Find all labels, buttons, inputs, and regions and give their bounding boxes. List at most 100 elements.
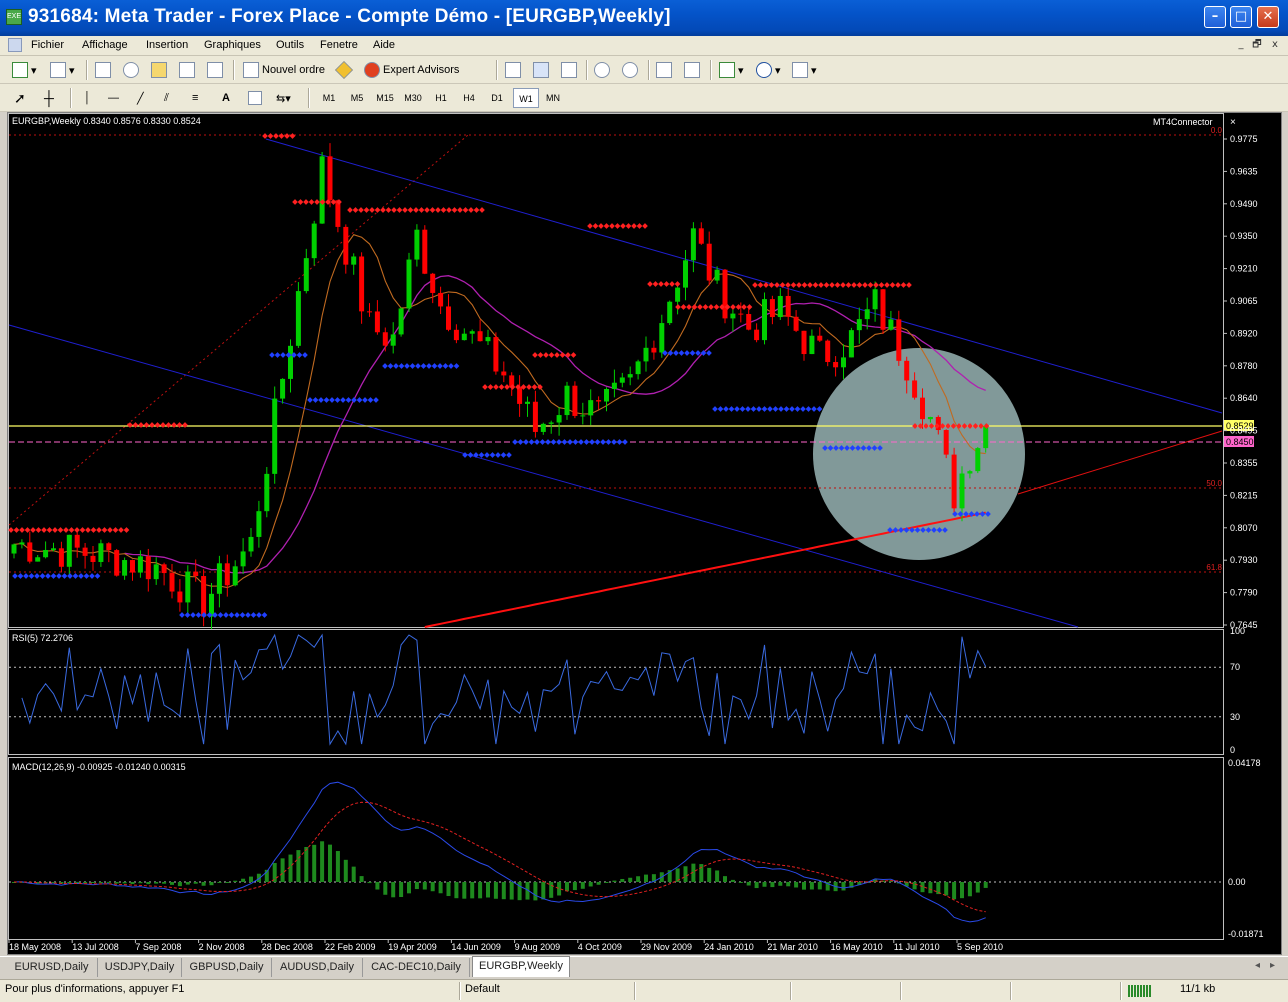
auto-scroll-button[interactable] [656, 60, 675, 80]
level-marker [878, 282, 885, 288]
level-marker [741, 304, 747, 310]
clock-icon [756, 62, 772, 78]
candle-body [438, 292, 444, 307]
candle-body [596, 400, 602, 402]
tf-mn[interactable]: MN [540, 88, 566, 108]
tab-scroll-left-icon[interactable]: ◂ [1255, 960, 1260, 971]
candlestick-button[interactable] [533, 60, 552, 80]
mdi-restore-button[interactable]: 🗗 [1250, 38, 1264, 52]
candle-body [675, 287, 681, 302]
zoom-in-button[interactable] [594, 60, 613, 80]
metaeditor-button[interactable] [334, 60, 355, 80]
text-button[interactable]: A [222, 88, 230, 108]
candle-body [90, 555, 96, 562]
tf-w1[interactable]: W1 [513, 88, 539, 108]
profiles-button[interactable]: ▾ [50, 60, 75, 80]
tf-m30[interactable]: M30 [400, 88, 426, 108]
navigator-button[interactable] [151, 60, 170, 80]
mdi-close-button[interactable]: x [1268, 38, 1282, 52]
candle-body [66, 534, 72, 567]
price-tick-label: 0.7930 [1230, 555, 1258, 565]
bar-chart-button[interactable] [505, 60, 524, 80]
templates-button[interactable]: ▾ [792, 60, 817, 80]
menu-graphiques[interactable]: Graphiques [204, 39, 261, 51]
channel-button[interactable]: ⫽ [164, 88, 169, 108]
candle-body [224, 563, 230, 586]
macd-histogram-bar [509, 882, 514, 900]
close-button[interactable]: ✕ [1257, 6, 1279, 28]
level-marker [356, 397, 363, 403]
tab-scroll-right-icon[interactable]: ▸ [1270, 960, 1275, 971]
candle-body [540, 423, 546, 432]
candle-body [762, 299, 767, 341]
level-marker [884, 282, 890, 288]
vertical-line-button[interactable]: │ [84, 88, 91, 108]
level-marker [19, 527, 25, 533]
level-marker [96, 527, 102, 533]
new-chart-button[interactable]: ▾ [12, 60, 37, 80]
candle-body [690, 228, 696, 261]
tab-gbpusd[interactable]: GBPUSD,Daily [182, 958, 272, 977]
tf-h4[interactable]: H4 [456, 88, 482, 108]
candle-body [572, 385, 578, 416]
minimize-button[interactable]: – [1204, 6, 1226, 28]
tab-usdjpy[interactable]: USDJPY,Daily [98, 958, 182, 977]
tf-m15[interactable]: M15 [372, 88, 398, 108]
level-marker [52, 527, 58, 533]
macd-histogram-bar [225, 882, 230, 883]
tab-audusd[interactable]: AUDUSD,Daily [272, 958, 363, 977]
horizontal-line-button[interactable]: — [108, 88, 119, 108]
fibonacci-button[interactable]: ≡ [192, 88, 198, 108]
menu-insertion[interactable]: Insertion [146, 39, 188, 51]
menu-aide[interactable]: Aide [373, 39, 395, 51]
periods-button[interactable]: ▾ [756, 60, 781, 80]
level-marker [440, 207, 447, 213]
terminal-button[interactable] [179, 60, 198, 80]
level-marker [873, 282, 879, 288]
tab-eurgbp[interactable]: EURGBP,Weekly [472, 956, 570, 977]
level-marker [17, 573, 24, 579]
tf-h1[interactable]: H1 [428, 88, 454, 108]
maximize-button[interactable]: □ [1230, 6, 1252, 28]
strategy-tester-button[interactable] [207, 60, 226, 80]
indicators-button[interactable]: ▾ [719, 60, 744, 80]
mdi-minimize-button[interactable]: _ [1234, 38, 1248, 52]
tab-eurusd[interactable]: EURUSD,Daily [6, 958, 98, 977]
candle-body [714, 269, 720, 281]
tab-cac[interactable]: CAC-DEC10,Daily [363, 958, 470, 977]
new-order-button[interactable]: Nouvel ordre [243, 60, 325, 80]
candle-body [185, 571, 191, 603]
arrows-button[interactable]: ⇆▾ [276, 88, 291, 108]
chart-window[interactable]: 0.0 50.0 61.8 0.8529 0.8450 0.9775 0.9635 0.94… [7, 112, 1282, 955]
data-window-button[interactable] [123, 60, 142, 80]
menu-fenetre[interactable]: Fenetre [320, 39, 358, 51]
menu-fichier[interactable]: Fichier [31, 39, 64, 51]
candle-body [651, 347, 657, 353]
trendline-button[interactable]: ╱ [137, 88, 144, 108]
level-marker [245, 612, 251, 618]
price-tick-label: 0.8920 [1230, 328, 1258, 338]
zoom-out-button[interactable] [622, 60, 641, 80]
chart-canvas[interactable]: 0.050.061.80.85290.8450 0.97750.96350.94… [8, 113, 1281, 954]
menu-affichage[interactable]: Affichage [82, 39, 128, 51]
cursor-button[interactable]: ➚ [14, 88, 26, 108]
candle-body [912, 380, 918, 398]
tf-m1[interactable]: M1 [316, 88, 342, 108]
tf-m5[interactable]: M5 [344, 88, 370, 108]
ea-close-icon[interactable]: × [1230, 117, 1236, 128]
chart-window-icon[interactable] [8, 38, 22, 52]
menu-outils[interactable]: Outils [276, 39, 304, 51]
level-marker [609, 223, 615, 229]
level-marker [785, 282, 791, 288]
candle-body [785, 295, 791, 317]
crosshair-button[interactable]: ┼ [44, 88, 54, 108]
line-chart-button[interactable] [561, 60, 580, 80]
expert-advisors-button[interactable]: Expert Advisors [364, 60, 459, 80]
market-watch-button[interactable] [95, 60, 114, 80]
level-marker [363, 207, 370, 213]
level-marker [528, 439, 535, 445]
tf-d1[interactable]: D1 [484, 88, 510, 108]
date-tick-label: 14 Jun 2009 [451, 942, 501, 952]
label-button[interactable] [248, 88, 265, 108]
chart-shift-button[interactable] [684, 60, 703, 80]
